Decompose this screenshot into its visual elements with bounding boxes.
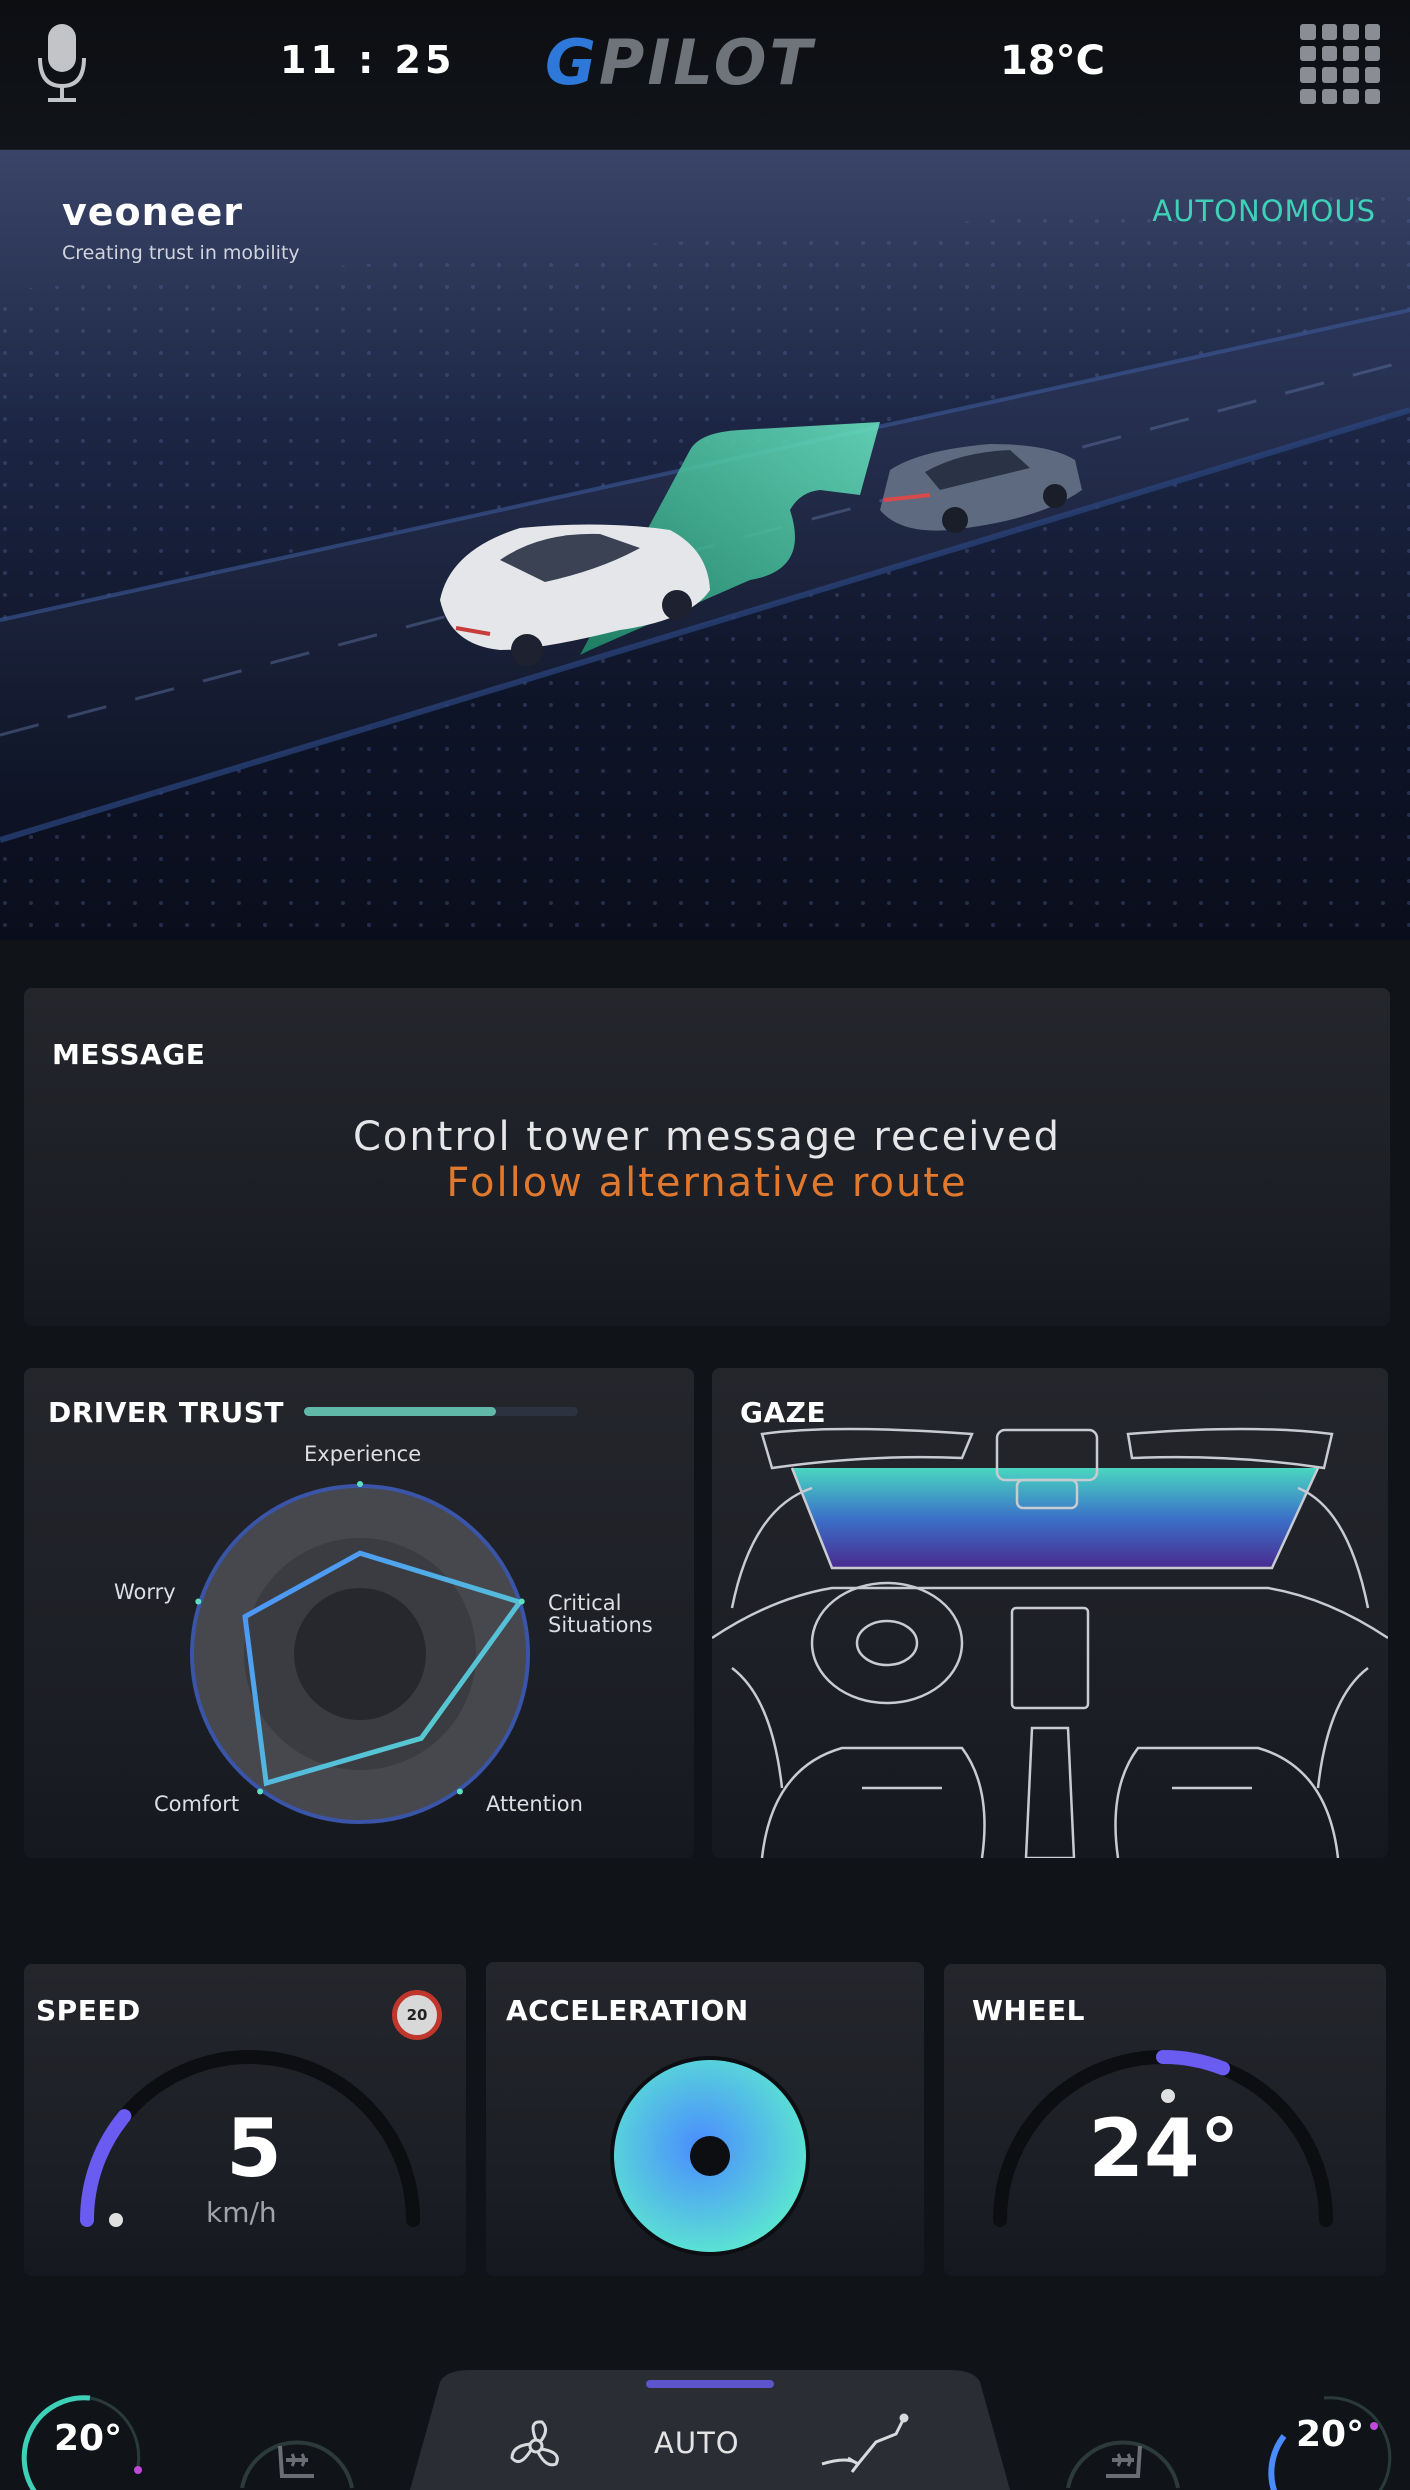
gaze-title: GAZE xyxy=(740,1396,827,1429)
message-instruction: Follow alternative route xyxy=(446,1160,968,1206)
axis-label-critical-situations: Critical Situations xyxy=(548,1591,653,1637)
left-temperature: 20° xyxy=(54,2418,123,2459)
veoneer-brand: veoneer Creating trust in mobility xyxy=(62,190,300,264)
wheel-panel: WHEEL 24° xyxy=(944,1964,1386,2276)
driver-trust-panel: DRIVER TRUST Experience Critical Situatio… xyxy=(24,1368,694,1858)
axis-label-comfort: Comfort xyxy=(154,1792,240,1816)
brand-tagline: Creating trust in mobility xyxy=(62,242,300,264)
speed-gauge-fill xyxy=(80,2109,132,2227)
message-text: Control tower message received xyxy=(353,1114,1061,1160)
radar-axis-point xyxy=(195,1598,202,1605)
app-grid-icon[interactable] xyxy=(1300,24,1380,104)
speed-needle-dot xyxy=(109,2213,123,2227)
seat-heat-left-icon[interactable] xyxy=(232,2388,362,2490)
climate-bar: 20° AUTO 20° xyxy=(0,2360,1410,2490)
right-temperature: 20° xyxy=(1296,2414,1365,2455)
radar-axis-point xyxy=(257,1788,264,1795)
speed-unit: km/h xyxy=(206,2196,277,2229)
airflow-icon[interactable] xyxy=(818,2412,910,2478)
message-panel: MESSAGE Control tower message received F… xyxy=(24,988,1390,1326)
car-interior-illustration xyxy=(711,1427,1389,1860)
radar-axis-point xyxy=(456,1788,463,1795)
clock: 11 : 25 xyxy=(280,38,456,82)
brand-name: veoneer xyxy=(62,190,243,234)
microphone-icon[interactable] xyxy=(36,24,88,104)
acceleration-gauge xyxy=(610,2056,810,2256)
autonomous-driving-view: veoneer Creating trust in mobility AUTON… xyxy=(0,150,1410,940)
fan-icon[interactable] xyxy=(506,2416,566,2476)
radar-axis-point xyxy=(518,1598,525,1605)
climate-mode-auto[interactable]: AUTO xyxy=(654,2426,740,2460)
speed-value: 5 xyxy=(226,2102,282,2195)
speed-panel: SPEED 20 5 km/h xyxy=(24,1964,466,2276)
gpilot-logo: GPILOT xyxy=(545,26,815,99)
gaze-panel: GAZE xyxy=(711,1368,1389,1860)
axis-label-attention: Attention xyxy=(486,1792,583,1816)
gaze-heatmap xyxy=(792,1468,1318,1568)
road-scene xyxy=(0,190,1410,940)
acceleration-dot xyxy=(690,2136,730,2176)
message-title: MESSAGE xyxy=(52,1038,206,1071)
axis-label-experience: Experience xyxy=(304,1442,422,1466)
acceleration-panel: ACCELERATION xyxy=(486,1962,924,2276)
outside-temperature: 18°C xyxy=(1000,38,1106,84)
driving-mode-status: AUTONOMOUS xyxy=(1152,194,1376,228)
radar-axis-point xyxy=(357,1481,363,1487)
axis-label-worry: Worry xyxy=(114,1580,176,1604)
wheel-gauge-fill xyxy=(1156,2049,1230,2076)
seat-heat-right-icon[interactable] xyxy=(1058,2388,1188,2490)
wheel-angle: 24° xyxy=(1088,2102,1240,2195)
top-bar: 11 : 25 GPILOT 18°C xyxy=(0,0,1410,150)
wheel-needle-dot xyxy=(1161,2089,1175,2103)
